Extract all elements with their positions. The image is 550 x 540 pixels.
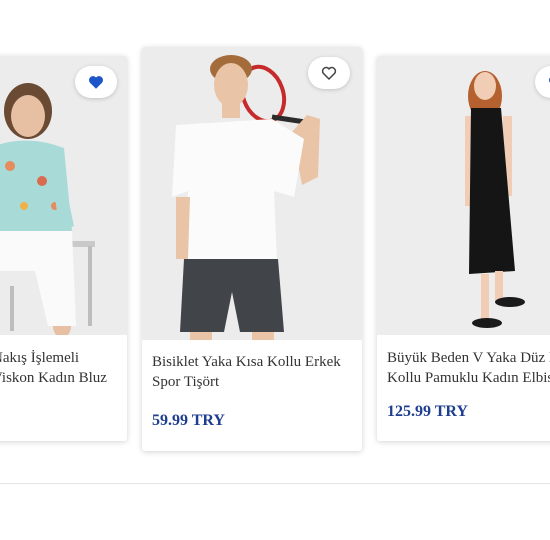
product-card-blouse[interactable]: Nakış İşlemeli Viskon Kadın Bluz <box>0 56 127 441</box>
product-image-blouse[interactable] <box>0 56 127 335</box>
heart-outline-icon <box>321 66 337 81</box>
product-title-line2: Viskon Kadın Bluz <box>0 370 107 386</box>
product-card-dress[interactable]: Büyük Beden V Yaka Düz Kı Kollu Pamuklu … <box>377 56 550 441</box>
product-card-tshirt[interactable]: Bisiklet Yaka Kısa Kollu Erkek Spor Tişö… <box>142 47 362 451</box>
heart-filled-icon <box>89 76 103 89</box>
product-image-tshirt[interactable] <box>142 47 362 340</box>
product-title-line1: Bisiklet Yaka Kısa Kollu Erkek <box>152 354 341 370</box>
product-title[interactable]: Büyük Beden V Yaka Düz Kı Kollu Pamuklu … <box>387 348 550 388</box>
product-price: 59.99 TRY <box>152 412 225 429</box>
product-title-line2: Spor Tişört <box>152 374 220 390</box>
product-price: 125.99 TRY <box>387 403 468 420</box>
product-title[interactable]: Nakış İşlemeli Viskon Kadın Bluz <box>0 348 127 388</box>
product-title[interactable]: Bisiklet Yaka Kısa Kollu Erkek Spor Tişö… <box>152 352 357 392</box>
favorite-button[interactable] <box>75 66 117 98</box>
product-carousel: Nakış İşlemeli Viskon Kadın Bluz Bisikle… <box>0 0 550 540</box>
section-divider <box>0 483 550 484</box>
product-image-dress[interactable] <box>377 56 550 335</box>
product-title-line1: Nakış İşlemeli <box>0 350 80 366</box>
product-title-line1: Büyük Beden V Yaka Düz Kı <box>387 350 550 366</box>
product-title-line2: Kollu Pamuklu Kadın Elbise <box>387 370 550 386</box>
favorite-button[interactable] <box>308 57 350 89</box>
